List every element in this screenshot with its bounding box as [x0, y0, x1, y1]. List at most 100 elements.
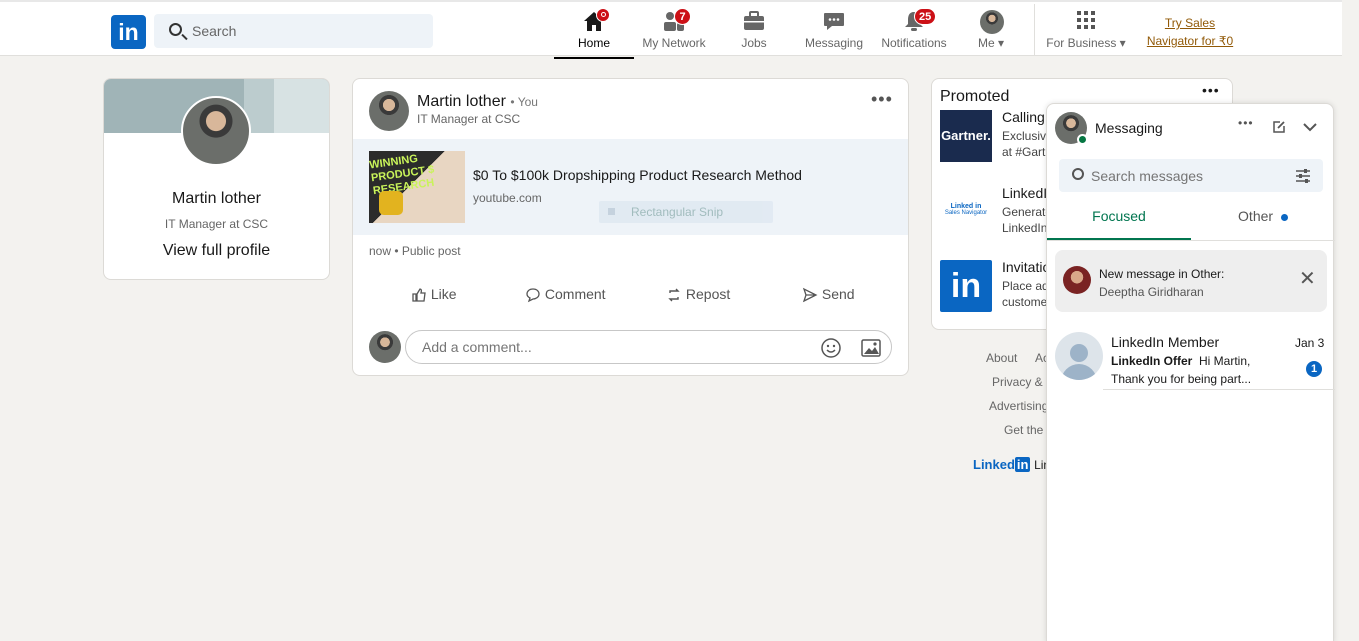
promoted-title: Promoted — [940, 88, 1010, 105]
like-button[interactable]: Like — [411, 286, 457, 303]
conversation-preview-line1: LinkedIn Offer Hi Martin, — [1111, 354, 1251, 368]
tabs-divider — [1047, 240, 1335, 241]
promo-1-line1: Exclusiv — [1002, 129, 1047, 143]
linkedin-logo[interactable]: in — [111, 15, 146, 49]
profile-name[interactable]: Martin lother — [104, 190, 329, 208]
member-avatar-icon — [1055, 332, 1103, 380]
footer-link-privacy[interactable]: Privacy & — [992, 375, 1043, 389]
nav-home-label: Home — [577, 36, 610, 50]
promo-1-title[interactable]: Calling — [1002, 109, 1045, 125]
gartner-logo[interactable]: Gartner. — [940, 110, 992, 162]
thumbs-up-icon — [412, 288, 426, 302]
thumbnail-text: WINNING PRODUCT $ RESEARCH — [368, 152, 436, 198]
new-message-notice[interactable]: New message in Other: Deeptha Giridharan… — [1055, 250, 1327, 312]
tab-other[interactable]: Other — [1191, 208, 1335, 240]
notice-avatar — [1063, 266, 1091, 294]
promo-3-line2: custome — [1002, 295, 1048, 309]
nav-messaging-label: Messaging — [804, 36, 864, 50]
promo-3-line1: Place ad — [1002, 279, 1049, 293]
post-meta: now • Public post — [369, 244, 461, 258]
post-card: Martin lother • You IT Manager at CSC ••… — [352, 78, 909, 376]
nav-notifications[interactable]: 25 Notifications — [876, 4, 952, 56]
chevron-down-icon: ▾ — [1119, 36, 1126, 50]
nav-for-business-label: For Business ▾ — [1046, 36, 1126, 50]
promo-1-line2: at #Gart — [1002, 145, 1046, 159]
nav-divider — [1034, 4, 1035, 56]
tab-focused[interactable]: Focused — [1047, 208, 1191, 240]
notice-title: New message in Other: — [1099, 267, 1225, 281]
chevron-down-icon: ▾ — [997, 36, 1005, 50]
nav-for-business[interactable]: For Business ▾ — [1042, 4, 1130, 56]
comment-icon — [526, 288, 540, 303]
compose-icon[interactable] — [1271, 119, 1287, 135]
emoji-icon[interactable] — [820, 337, 842, 359]
promo-3-title[interactable]: Invitatio — [1002, 259, 1050, 275]
nav-me[interactable]: Me ▾ — [966, 4, 1016, 56]
search-icon — [169, 23, 182, 36]
link-domain: youtube.com — [473, 191, 542, 205]
sales-navigator-logo[interactable]: Linked in Sales Navigator — [940, 184, 992, 236]
send-button[interactable]: Send — [802, 286, 855, 303]
post-actions: Like Comment Repost Send — [353, 286, 908, 306]
me-avatar — [980, 10, 1004, 34]
comment-box[interactable] — [405, 330, 892, 364]
snip-icon — [608, 208, 615, 215]
post-you-tag: • You — [510, 95, 538, 109]
footer-link-get-the[interactable]: Get the — [1004, 423, 1043, 437]
comment-button[interactable]: Comment — [525, 286, 606, 303]
search-bar[interactable] — [154, 14, 433, 48]
messaging-title[interactable]: Messaging — [1095, 120, 1163, 136]
thumbnail-coin-graphic — [379, 191, 403, 215]
top-nav: in Home 7 My Network Jobs — [0, 0, 1342, 59]
close-icon[interactable]: ✕ — [1299, 269, 1316, 289]
jobs-icon — [744, 11, 764, 30]
footer-link-about[interactable]: About — [986, 351, 1017, 365]
conversation-preview-line2: Thank you for being part... — [1111, 372, 1252, 386]
network-badge: 7 — [674, 8, 691, 25]
message-search-bar[interactable] — [1059, 159, 1323, 192]
messaging-panel: Messaging ••• Focused Other New message … — [1046, 103, 1335, 641]
post-author-avatar[interactable] — [369, 91, 409, 131]
link-preview[interactable]: WINNING PRODUCT $ RESEARCH $0 To $100k D… — [353, 139, 908, 235]
messaging-more-icon[interactable]: ••• — [1238, 116, 1254, 130]
conversation-item[interactable]: LinkedIn Member Jan 3 LinkedIn Offer Hi … — [1047, 326, 1335, 390]
send-icon — [802, 288, 818, 303]
promo-2-title[interactable]: LinkedI — [1002, 185, 1047, 201]
message-search-input[interactable] — [1091, 159, 1281, 192]
footer-brand: Linked in Lin — [973, 457, 1051, 472]
nav-jobs[interactable]: Jobs — [728, 4, 780, 56]
linkedin-promo-logo[interactable]: in — [940, 260, 992, 312]
promoted-more-icon[interactable]: ••• — [1202, 82, 1220, 98]
collapse-chevron-icon[interactable] — [1302, 121, 1318, 133]
nav-home[interactable]: Home — [554, 4, 634, 59]
comment-input[interactable] — [422, 331, 802, 363]
repost-button[interactable]: Repost — [666, 286, 730, 303]
online-status-dot — [1077, 134, 1088, 145]
filter-icon[interactable] — [1295, 168, 1311, 184]
conversation-name: LinkedIn Member — [1111, 334, 1220, 350]
image-icon[interactable] — [860, 337, 882, 359]
nav-my-network[interactable]: 7 My Network — [638, 4, 710, 56]
snip-overlay: Rectangular Snip — [599, 201, 773, 223]
profile-avatar[interactable] — [181, 96, 251, 166]
other-unread-dot — [1280, 213, 1288, 221]
home-dot-badge — [596, 8, 610, 22]
post-author-name[interactable]: Martin lother — [417, 93, 506, 110]
conversation-date: Jan 3 — [1295, 336, 1325, 350]
view-full-profile-link[interactable]: View full profile — [104, 242, 329, 260]
profile-headline: IT Manager at CSC — [164, 217, 269, 231]
nav-jobs-label: Jobs — [741, 36, 767, 50]
search-input[interactable] — [192, 14, 422, 48]
nav-messaging[interactable]: Messaging — [800, 4, 868, 56]
post-author-line: Martin lother • You — [417, 93, 538, 111]
try-sales-navigator-link[interactable]: Try Sales Navigator for ₹0 — [1140, 14, 1240, 50]
promo-2-line1: Generate — [1002, 205, 1053, 219]
conversation-divider — [1103, 389, 1335, 390]
nav-notifications-label: Notifications — [881, 36, 947, 50]
profile-card: Martin lother IT Manager at CSC View ful… — [103, 78, 330, 280]
unread-count-badge: 1 — [1306, 361, 1322, 377]
more-options-icon[interactable]: ••• — [871, 89, 893, 110]
link-title[interactable]: $0 To $100k Dropshipping Product Researc… — [473, 167, 802, 183]
footer-link-advertising[interactable]: Advertising — [989, 399, 1048, 413]
messaging-icon — [824, 13, 844, 30]
